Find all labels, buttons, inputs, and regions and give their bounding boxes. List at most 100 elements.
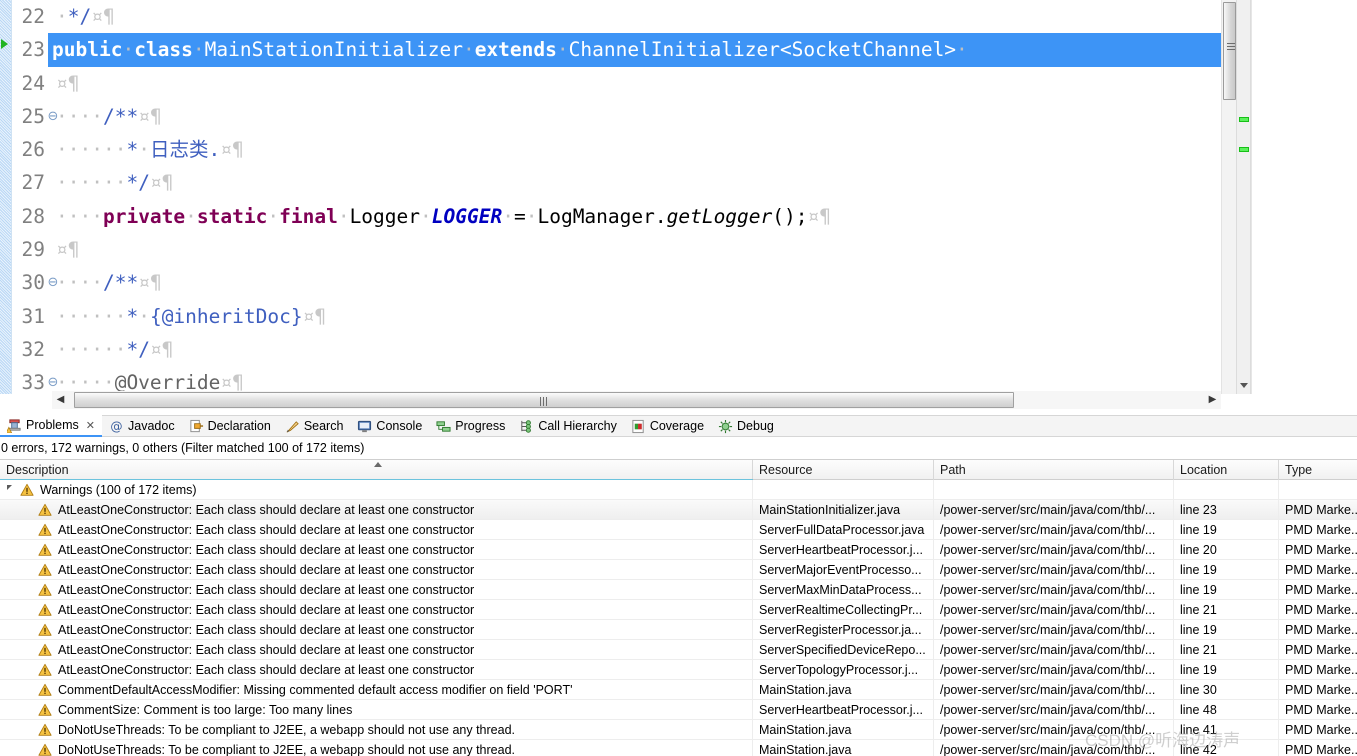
- code-token: extends: [474, 38, 557, 62]
- overview-marker[interactable]: [1239, 117, 1249, 122]
- table-row[interactable]: AtLeastOneConstructor: Each class should…: [0, 580, 1357, 600]
- line-number: 33: [21, 371, 45, 394]
- code-token: final: [279, 204, 338, 228]
- column-header-type[interactable]: Type: [1279, 460, 1357, 480]
- editor-overview-ruler[interactable]: [1236, 0, 1251, 394]
- code-token: ¤¶: [149, 171, 174, 195]
- tab-console[interactable]: Console: [350, 415, 429, 437]
- code-token: /**: [102, 104, 139, 128]
- cell-description: AtLeastOneConstructor: Each class should…: [0, 640, 753, 660]
- code-line[interactable]: 25 ⊖ ····/**¤¶: [12, 100, 1221, 133]
- tab-declaration[interactable]: Declaration: [182, 415, 278, 437]
- table-row[interactable]: DoNotUseThreads: To be compliant to J2EE…: [0, 720, 1357, 740]
- cell-resource: ServerRealtimeCollectingPr...: [753, 600, 934, 620]
- tab-coverage[interactable]: Coverage: [624, 415, 711, 437]
- code-token: ·: [138, 138, 150, 162]
- code-lines-container[interactable]: 22 ·*/¤¶ 23 public·class·MainStationInitial…: [12, 0, 1221, 394]
- line-number: 23: [21, 38, 45, 62]
- annotation-ruler[interactable]: [0, 0, 12, 394]
- cell-description: AtLeastOneConstructor: Each class should…: [0, 520, 753, 540]
- code-line[interactable]: 28 ····private·static·final·Logger·LOGGER…: [12, 200, 1221, 233]
- table-row[interactable]: AtLeastOneConstructor: Each class should…: [0, 540, 1357, 560]
- code-token: ····: [56, 204, 103, 228]
- cell-resource: ServerHeartbeatProcessor.j...: [753, 700, 934, 720]
- cell-path: /power-server/src/main/java/com/thb/...: [934, 560, 1174, 580]
- tab-search[interactable]: Search: [278, 415, 351, 437]
- cell-description: AtLeastOneConstructor: Each class should…: [0, 580, 753, 600]
- code-token: ¤¶: [807, 204, 831, 228]
- code-token: ·: [556, 38, 569, 62]
- code-token: ····: [56, 104, 103, 128]
- cell-description: AtLeastOneConstructor: Each class should…: [0, 600, 753, 620]
- tab-label: Search: [303, 419, 344, 433]
- cell-type: PMD Marke...: [1285, 683, 1357, 697]
- code-line[interactable]: 30 ⊖ ····/**¤¶: [12, 266, 1221, 299]
- code-line[interactable]: 22 ·*/¤¶: [12, 0, 1221, 33]
- overview-scroll-down-icon[interactable]: [1240, 383, 1248, 388]
- code-line[interactable]: 26 ······*·日志类.¤¶: [12, 133, 1221, 166]
- code-line[interactable]: 33 ⊖ ·····@Override¤¶: [12, 366, 1221, 394]
- code-line[interactable]: 24 ¤¶: [12, 67, 1221, 100]
- cell-type: PMD Marke...: [1285, 743, 1357, 756]
- cell-type: PMD Marke...: [1285, 563, 1357, 577]
- table-row[interactable]: AtLeastOneConstructor: Each class should…: [0, 520, 1357, 540]
- code-line[interactable]: 32 ······*/¤¶: [12, 333, 1221, 366]
- column-header-location[interactable]: Location: [1174, 460, 1279, 480]
- editor-vertical-scrollbar-thumb[interactable]: [1223, 2, 1236, 100]
- tab-javadoc[interactable]: @ Javadoc: [102, 415, 182, 437]
- tab-debug[interactable]: Debug: [711, 415, 781, 437]
- cell-location: line 48: [1174, 700, 1279, 720]
- code-token: ·: [956, 38, 968, 62]
- code-line[interactable]: 23 public·class·MainStationInitializer·ex…: [12, 33, 1221, 67]
- cell-resource: ServerHeartbeatProcessor.j...: [753, 540, 934, 560]
- column-header-resource[interactable]: Resource: [753, 460, 934, 480]
- code-line-text: ······*·{@inheritDoc}¤¶: [52, 305, 326, 328]
- code-token: ¤¶: [138, 104, 162, 128]
- table-group-row[interactable]: Warnings (100 of 172 items): [0, 480, 1357, 500]
- table-row[interactable]: DoNotUseThreads: To be compliant to J2EE…: [0, 740, 1357, 756]
- cell-path: /power-server/src/main/java/com/thb/...: [934, 660, 1174, 680]
- editor-horizontal-scrollbar-thumb[interactable]: [74, 392, 1014, 408]
- tab-progress[interactable]: Progress: [429, 415, 512, 437]
- code-line-text: ····/**¤¶: [52, 105, 162, 128]
- code-token: private: [102, 204, 186, 228]
- cell-resource: MainStation.java: [753, 720, 934, 740]
- cell-type: PMD Marke...: [1285, 523, 1357, 537]
- java-code-editor[interactable]: 22 ·*/¤¶ 23 public·class·MainStationInitial…: [0, 0, 1357, 410]
- tab-label: Console: [376, 419, 423, 433]
- bottom-view-tab-bar[interactable]: Problems ✕ @ Javadoc Declaration Search Consol…: [0, 415, 1357, 437]
- scroll-right-icon[interactable]: ▶: [1206, 393, 1219, 407]
- coverage-icon: [631, 419, 646, 434]
- scroll-left-icon[interactable]: ◀: [54, 393, 67, 407]
- column-header-path[interactable]: Path: [934, 460, 1174, 480]
- tab-call-hierarchy[interactable]: Call Hierarchy: [512, 415, 624, 437]
- problems-table-header[interactable]: Description Resource Path Location Type: [0, 459, 1357, 481]
- line-number: 22: [21, 5, 45, 28]
- editor-vertical-scrollbar[interactable]: [1221, 0, 1236, 394]
- console-icon: [357, 419, 372, 434]
- scrollbar-grip-icon: [540, 397, 549, 406]
- code-line[interactable]: 29 ¤¶: [12, 233, 1221, 266]
- table-row[interactable]: AtLeastOneConstructor: Each class should…: [0, 620, 1357, 640]
- table-row[interactable]: CommentSize: Comment is too large: Too m…: [0, 700, 1357, 720]
- code-line[interactable]: 27 ······*/¤¶: [12, 166, 1221, 199]
- table-row[interactable]: AtLeastOneConstructor: Each class should…: [0, 500, 1357, 520]
- table-row[interactable]: AtLeastOneConstructor: Each class should…: [0, 560, 1357, 580]
- table-row[interactable]: AtLeastOneConstructor: Each class should…: [0, 640, 1357, 660]
- close-icon[interactable]: ✕: [86, 419, 95, 432]
- table-row[interactable]: AtLeastOneConstructor: Each class should…: [0, 600, 1357, 620]
- overview-marker[interactable]: [1239, 147, 1249, 152]
- code-token: ·: [462, 38, 475, 62]
- editor-horizontal-scrollbar[interactable]: ◀ ▶: [52, 391, 1221, 409]
- code-line[interactable]: 31 ······*·{@inheritDoc}¤¶: [12, 300, 1221, 333]
- code-token: *: [126, 138, 139, 162]
- problems-table-body[interactable]: Warnings (100 of 172 items) AtLeastOneCon…: [0, 480, 1357, 756]
- tab-label: Call Hierarchy: [538, 419, 617, 433]
- code-token: ·: [267, 204, 280, 228]
- table-row[interactable]: CommentDefaultAccessModifier: Missing co…: [0, 680, 1357, 700]
- code-token: MainStationInitializer: [204, 38, 463, 62]
- code-token: ······: [56, 337, 127, 361]
- table-row[interactable]: AtLeastOneConstructor: Each class should…: [0, 660, 1357, 680]
- tab-problems[interactable]: Problems ✕: [0, 415, 103, 437]
- line-number: 30: [21, 271, 45, 295]
